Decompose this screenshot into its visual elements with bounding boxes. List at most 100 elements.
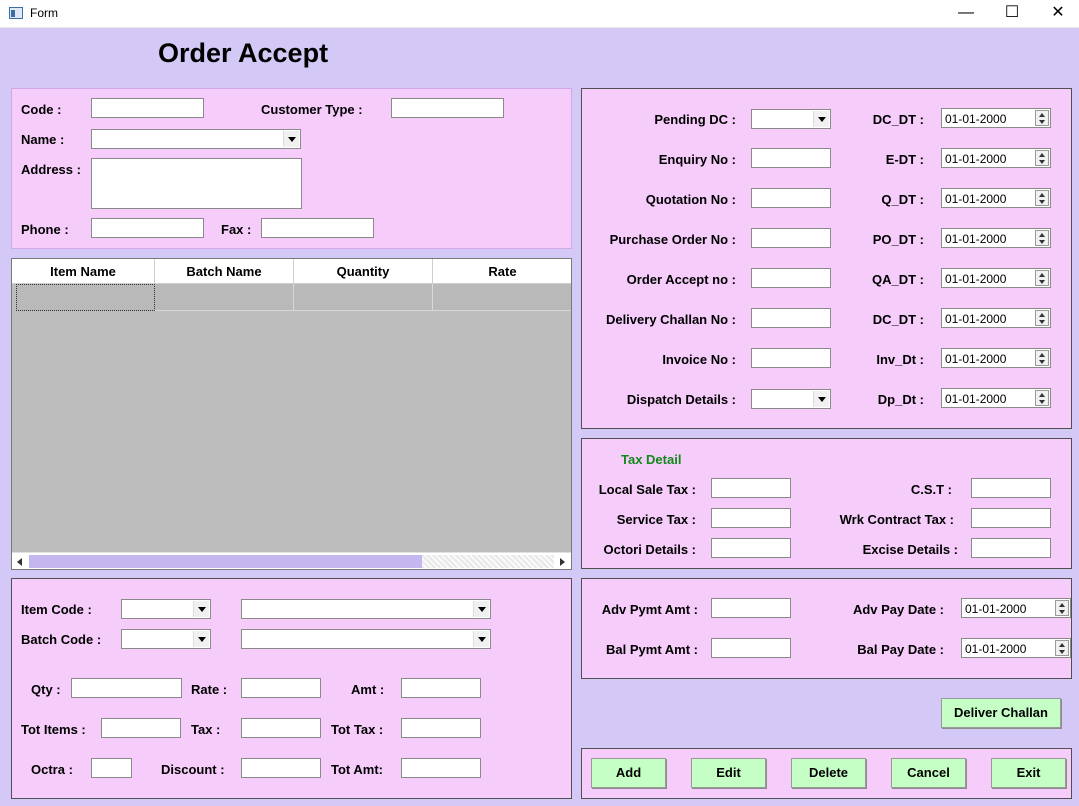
adv-pymt-amt-input[interactable] <box>711 598 791 618</box>
spinner-icon[interactable] <box>1035 230 1049 246</box>
spinner-icon[interactable] <box>1035 390 1049 406</box>
pending-dc-combo[interactable] <box>751 109 831 129</box>
quotation-no-label: Quotation No : <box>645 192 736 207</box>
order-accept-no-input[interactable] <box>751 268 831 288</box>
spinner-icon[interactable] <box>1035 310 1049 326</box>
scroll-right-icon[interactable] <box>555 554 570 569</box>
grid-cell[interactable] <box>433 284 571 311</box>
minimize-icon[interactable]: — <box>943 0 989 28</box>
tot-tax-input[interactable] <box>401 718 481 738</box>
bal-pay-date-picker[interactable]: 01-01-2000 <box>961 638 1071 658</box>
tot-items-input[interactable] <box>101 718 181 738</box>
service-tax-input[interactable] <box>711 508 791 528</box>
dp-dt-value: 01-01-2000 <box>945 392 1007 406</box>
dc-dt-2-picker[interactable]: 01-01-2000 <box>941 308 1051 328</box>
dp-dt-picker[interactable]: 01-01-2000 <box>941 388 1051 408</box>
grid-cell[interactable] <box>155 284 294 311</box>
batch-name-combo[interactable] <box>241 629 491 649</box>
discount-input[interactable] <box>241 758 321 778</box>
spinner-icon[interactable] <box>1035 270 1049 286</box>
column-header-batch-name[interactable]: Batch Name <box>155 259 294 284</box>
customer-type-input[interactable] <box>391 98 504 118</box>
chevron-down-icon[interactable] <box>813 111 829 127</box>
adv-pay-date-picker[interactable]: 01-01-2000 <box>961 598 1071 618</box>
code-input[interactable] <box>91 98 204 118</box>
cst-label: C.S.T : <box>910 482 952 497</box>
batch-code-combo[interactable] <box>121 629 211 649</box>
qa-dt-picker[interactable]: 01-01-2000 <box>941 268 1051 288</box>
local-sale-tax-input[interactable] <box>711 478 791 498</box>
chevron-down-icon[interactable] <box>813 391 829 407</box>
qty-input[interactable] <box>71 678 182 698</box>
quotation-no-input[interactable] <box>751 188 831 208</box>
phone-label: Phone : <box>21 222 69 237</box>
rate-input[interactable] <box>241 678 321 698</box>
po-dt-picker[interactable]: 01-01-2000 <box>941 228 1051 248</box>
spinner-icon[interactable] <box>1035 190 1049 206</box>
spinner-icon[interactable] <box>1055 640 1069 656</box>
fax-input[interactable] <box>261 218 374 238</box>
deliver-challan-button[interactable]: Deliver Challan <box>941 698 1061 728</box>
scrollbar-track[interactable] <box>422 555 554 568</box>
spinner-icon[interactable] <box>1035 110 1049 126</box>
column-header-rate[interactable]: Rate <box>433 259 571 284</box>
close-icon[interactable]: ✕ <box>1035 0 1079 28</box>
tot-amt-input[interactable] <box>401 758 481 778</box>
excise-details-input[interactable] <box>971 538 1051 558</box>
fax-label: Fax : <box>221 222 252 237</box>
chevron-down-icon[interactable] <box>473 601 489 617</box>
dispatch-details-combo[interactable] <box>751 389 831 409</box>
adv-pymt-amt-label: Adv Pymt Amt : <box>601 602 698 617</box>
edit-button[interactable]: Edit <box>691 758 766 788</box>
window-titlebar: Form — ☐ ✕ <box>0 0 1079 28</box>
po-dt-label: PO_DT : <box>872 232 924 247</box>
spinner-icon[interactable] <box>1055 600 1069 616</box>
scrollbar-thumb[interactable] <box>29 555 422 568</box>
column-header-quantity[interactable]: Quantity <box>294 259 433 284</box>
code-label: Code : <box>21 102 62 117</box>
invoice-no-input[interactable] <box>751 348 831 368</box>
item-code-combo[interactable] <box>121 599 211 619</box>
exit-button[interactable]: Exit <box>991 758 1066 788</box>
cancel-button[interactable]: Cancel <box>891 758 966 788</box>
purchase-order-input[interactable] <box>751 228 831 248</box>
service-tax-label: Service Tax : <box>616 512 696 527</box>
maximize-icon[interactable]: ☐ <box>989 0 1035 28</box>
chevron-down-icon[interactable] <box>283 131 299 147</box>
chevron-down-icon[interactable] <box>473 631 489 647</box>
item-entry-panel: Item Code : Batch Code : Qty : Rate : Am… <box>11 578 572 799</box>
phone-input[interactable] <box>91 218 204 238</box>
spinner-icon[interactable] <box>1035 150 1049 166</box>
name-combo[interactable] <box>91 129 301 149</box>
e-dt-picker[interactable]: 01-01-2000 <box>941 148 1051 168</box>
tax-detail-panel: Tax Detail Local Sale Tax : Service Tax … <box>581 438 1072 569</box>
q-dt-picker[interactable]: 01-01-2000 <box>941 188 1051 208</box>
delivery-challan-no-input[interactable] <box>751 308 831 328</box>
items-grid[interactable]: Item Name Batch Name Quantity Rate <box>11 258 572 570</box>
spinner-icon[interactable] <box>1035 350 1049 366</box>
octra-label: Octra : <box>31 762 73 777</box>
cst-input[interactable] <box>971 478 1051 498</box>
horizontal-scrollbar[interactable] <box>12 552 571 569</box>
delete-button[interactable]: Delete <box>791 758 866 788</box>
item-name-combo[interactable] <box>241 599 491 619</box>
column-header-item-name[interactable]: Item Name <box>12 259 155 284</box>
octori-details-input[interactable] <box>711 538 791 558</box>
grid-cell[interactable] <box>294 284 433 311</box>
bal-pay-date-label: Bal Pay Date : <box>857 642 944 657</box>
octra-input[interactable] <box>91 758 132 778</box>
add-button[interactable]: Add <box>591 758 666 788</box>
grid-cell[interactable] <box>16 284 155 311</box>
inv-dt-picker[interactable]: 01-01-2000 <box>941 348 1051 368</box>
discount-label: Discount : <box>161 762 225 777</box>
enquiry-no-input[interactable] <box>751 148 831 168</box>
scroll-left-icon[interactable] <box>13 554 28 569</box>
chevron-down-icon[interactable] <box>193 631 209 647</box>
chevron-down-icon[interactable] <box>193 601 209 617</box>
bal-pymt-amt-input[interactable] <box>711 638 791 658</box>
amt-input[interactable] <box>401 678 481 698</box>
address-textarea[interactable] <box>91 158 302 209</box>
wrk-contract-tax-input[interactable] <box>971 508 1051 528</box>
dc-dt-picker[interactable]: 01-01-2000 <box>941 108 1051 128</box>
tax-input[interactable] <box>241 718 321 738</box>
